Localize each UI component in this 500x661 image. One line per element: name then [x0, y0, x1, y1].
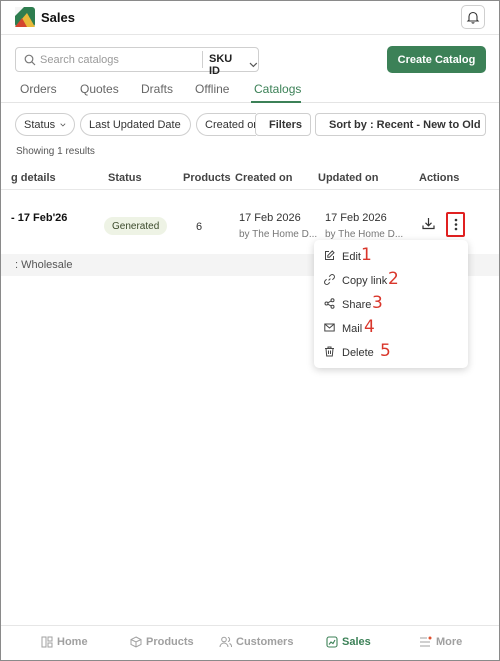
status-filter-label: Status — [24, 118, 56, 131]
tab-catalogs[interactable]: Catalogs — [254, 82, 301, 96]
nav-label: Customers — [236, 636, 294, 648]
search-input[interactable] — [40, 51, 200, 69]
sales-icon — [326, 636, 338, 648]
menu-item-label: Copy link — [342, 275, 388, 287]
menu-item-copy-link[interactable]: Copy link 2 — [314, 269, 468, 292]
nav-item-customers[interactable]: Customers — [219, 636, 293, 648]
last-updated-filter-label: Last Updated Date — [89, 118, 181, 131]
annotation-number: 5 — [380, 341, 391, 361]
nav-item-home[interactable]: Home — [41, 636, 88, 648]
menu-item-edit[interactable]: Edit 1 — [314, 245, 468, 268]
annotation-number: 2 — [388, 269, 399, 289]
updated-date: 17 Feb 2026 — [325, 212, 387, 224]
box-icon — [130, 636, 142, 648]
annotation-number: 4 — [364, 317, 375, 337]
catalog-type: : Wholesale — [15, 259, 73, 271]
annotation-number: 3 — [372, 293, 383, 313]
app-logo-icon — [15, 7, 35, 27]
nav-label: Sales — [342, 636, 371, 648]
product-count: 6 — [196, 221, 203, 233]
annotation-number: 1 — [361, 245, 372, 265]
sort-label: Sort by : Recent - New to Old — [329, 118, 481, 131]
menu-item-label: Edit — [342, 251, 361, 263]
tab-offline[interactable]: Offline — [195, 82, 229, 96]
nav-label: More — [436, 636, 463, 648]
table-header: g details Status Products Created on Upd… — [1, 166, 499, 190]
column-header-updated-on: Updated on — [318, 172, 379, 184]
created-date: 17 Feb 2026 — [239, 212, 301, 224]
bottom-nav: Home Products Customers Sales More — [1, 625, 499, 660]
menu-icon — [420, 636, 432, 647]
tab-orders[interactable]: Orders — [20, 82, 57, 96]
app-header: Sales — [1, 1, 499, 35]
notifications-button[interactable] — [461, 5, 485, 29]
last-updated-filter[interactable]: Last Updated Date — [80, 113, 191, 136]
column-header-details: g details — [11, 172, 56, 184]
filters-button-label: Filters — [269, 118, 303, 131]
search-field-select[interactable]: SKU ID — [209, 53, 258, 77]
download-icon[interactable] — [422, 217, 435, 230]
mail-icon — [324, 323, 335, 332]
edit-icon — [325, 250, 335, 260]
nav-item-more[interactable]: More — [419, 636, 462, 648]
sort-select[interactable]: Sort by : Recent - New to Old — [315, 113, 486, 136]
share-icon — [324, 298, 335, 309]
menu-item-share[interactable]: Share 3 — [314, 293, 468, 316]
column-header-actions: Actions — [419, 172, 460, 184]
created-on-filter-label: Created on — [205, 118, 256, 131]
more-vertical-icon — [454, 218, 457, 231]
chevron-down-icon — [249, 62, 258, 68]
menu-item-label: Delete — [342, 347, 374, 359]
created-on-filter[interactable]: Created on — [196, 113, 256, 136]
menu-item-delete[interactable]: Delete 5 — [314, 341, 468, 364]
filters-button[interactable]: Filters — [255, 113, 311, 136]
column-header-products: Products — [183, 172, 231, 184]
nav-label: Home — [57, 636, 88, 648]
search-field-label: SKU ID — [209, 53, 233, 77]
bell-icon — [466, 11, 480, 24]
active-tab-indicator — [251, 101, 301, 103]
trash-icon — [325, 346, 334, 357]
more-actions-button[interactable] — [446, 212, 465, 237]
column-header-created-on: Created on — [235, 172, 293, 184]
tab-drafts[interactable]: Drafts — [141, 82, 173, 96]
menu-item-label: Share — [342, 299, 372, 311]
status-filter[interactable]: Status — [15, 113, 75, 136]
tab-bar: Orders Quotes Drafts Offline Catalogs — [1, 81, 499, 103]
nav-item-products[interactable]: Products — [130, 636, 194, 648]
chevron-down-icon — [60, 122, 66, 127]
search-icon — [24, 54, 36, 66]
create-catalog-button[interactable]: Create Catalog — [387, 46, 486, 73]
created-by: by The Home D... — [239, 229, 318, 240]
updated-by: by The Home D... — [325, 229, 404, 240]
column-header-status: Status — [108, 172, 142, 184]
catalog-name: - 17 Feb'26 — [11, 212, 68, 224]
results-count: Showing 1 results — [16, 146, 95, 157]
actions-menu: Edit 1 Copy link 2 Share 3 Mail 4 Delete… — [314, 240, 468, 368]
nav-item-sales[interactable]: Sales — [326, 636, 371, 648]
search-divider — [202, 51, 203, 68]
app-frame: Sales SKU ID Create Catalog Orders Quote… — [0, 0, 500, 661]
menu-item-mail[interactable]: Mail 4 — [314, 317, 468, 340]
nav-label: Products — [146, 636, 194, 648]
users-icon — [219, 636, 232, 648]
search-box: SKU ID — [15, 47, 259, 77]
tab-quotes[interactable]: Quotes — [80, 82, 119, 96]
app-title: Sales — [41, 10, 75, 25]
home-icon — [41, 636, 53, 648]
status-badge: Generated — [104, 217, 168, 235]
link-icon — [324, 274, 335, 285]
menu-item-label: Mail — [342, 323, 363, 335]
